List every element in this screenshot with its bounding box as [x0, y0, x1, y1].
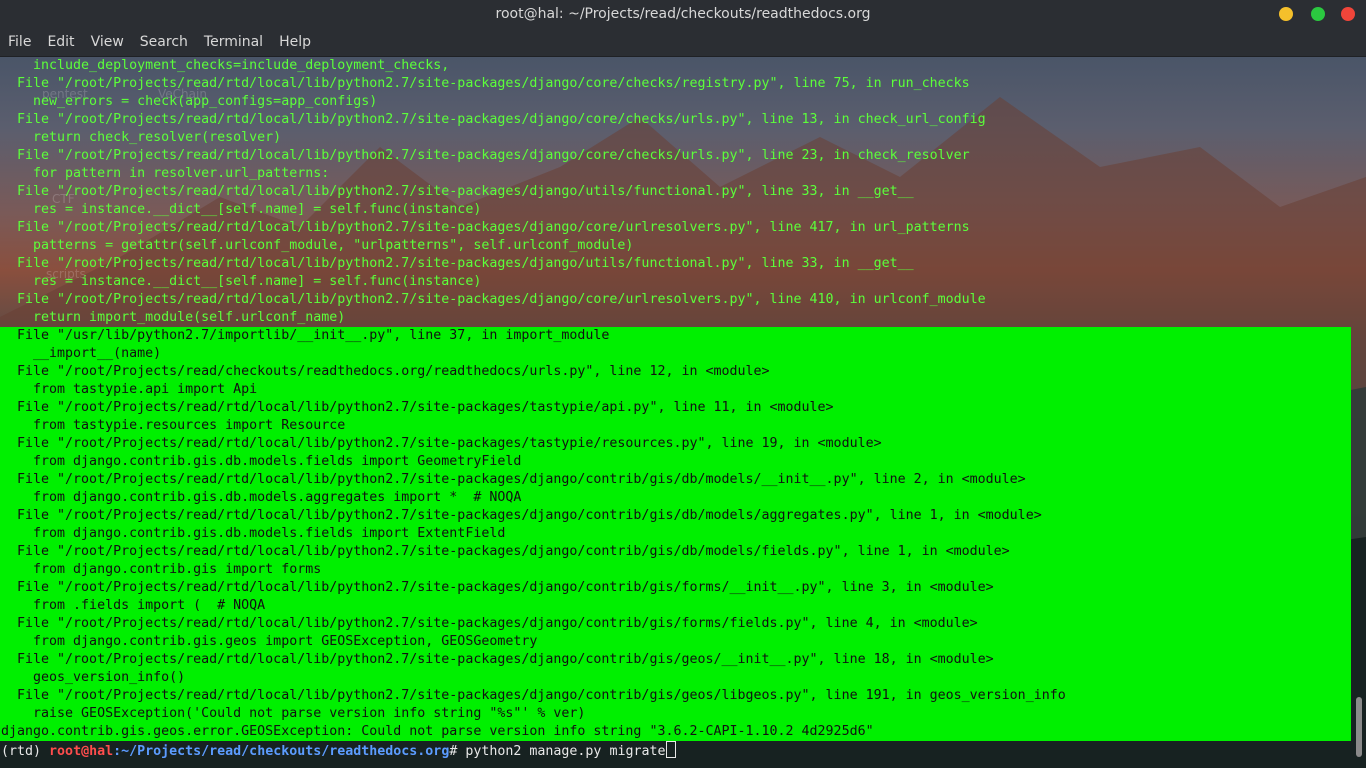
highlighted-output-line: from django.contrib.gis.db.models.fields… [0, 453, 1351, 471]
highlighted-output-line: File "/root/Projects/read/rtd/local/lib/… [0, 507, 1351, 525]
title-bar[interactable]: root@hal: ~/Projects/read/checkouts/read… [0, 0, 1366, 28]
output-line: new_errors = check(app_configs=app_confi… [1, 94, 378, 109]
output-line: File "/root/Projects/read/rtd/local/lib/… [1, 184, 914, 199]
highlighted-output-line: File "/root/Projects/read/rtd/local/lib/… [0, 399, 1351, 417]
minimize-button[interactable] [1279, 7, 1293, 21]
highlighted-output-line: File "/root/Projects/read/rtd/local/lib/… [0, 471, 1351, 489]
highlighted-output-line: from django.contrib.gis import forms [0, 561, 1351, 579]
window-title: root@hal: ~/Projects/read/checkouts/read… [495, 6, 871, 22]
prompt-command: python2 manage.py migrate [465, 744, 666, 759]
highlighted-output-line: from django.contrib.gis.geos import GEOS… [0, 633, 1351, 651]
menu-terminal[interactable]: Terminal [196, 28, 271, 56]
prompt-line[interactable]: (rtd) root@hal:~/Projects/read/checkouts… [0, 741, 1366, 759]
output-line: File "/root/Projects/read/rtd/local/lib/… [1, 148, 970, 163]
prompt-venv: (rtd) [1, 744, 50, 759]
highlighted-output-line: File "/root/Projects/read/rtd/local/lib/… [0, 435, 1351, 453]
output-line: res = instance.__dict__[self.name] = sel… [1, 274, 482, 289]
highlighted-output-line: from django.contrib.gis.db.models.fields… [0, 525, 1351, 543]
prompt-user-host: root@hal [49, 744, 114, 759]
menu-search[interactable]: Search [132, 28, 196, 56]
menu-file[interactable]: File [0, 28, 39, 56]
menu-view[interactable]: View [83, 28, 132, 56]
highlighted-output-line: __import__(name) [0, 345, 1351, 363]
prompt-path: :~/Projects/read/checkouts/readthedocs.o… [113, 744, 450, 759]
output-line: File "/root/Projects/read/rtd/local/lib/… [1, 256, 914, 271]
highlighted-output-line: geos_version_info() [0, 669, 1351, 687]
highlighted-output-line: from django.contrib.gis.db.models.aggreg… [0, 489, 1351, 507]
highlighted-output-line: django.contrib.gis.geos.error.GEOSExcept… [0, 723, 1351, 741]
menu-help[interactable]: Help [271, 28, 319, 56]
prompt-symbol: # [449, 744, 466, 759]
output-line: File "/root/Projects/read/rtd/local/lib/… [1, 292, 986, 307]
highlighted-output-line: File "/root/Projects/read/checkouts/read… [0, 363, 1351, 381]
menu-bar: File Edit View Search Terminal Help [0, 28, 1366, 57]
output-line: File "/root/Projects/read/rtd/local/lib/… [1, 76, 970, 91]
menu-edit[interactable]: Edit [39, 28, 82, 56]
terminal-window: root@hal: ~/Projects/read/checkouts/read… [0, 0, 1366, 768]
terminal-scrollbar[interactable] [1356, 697, 1362, 757]
output-line: return check_resolver(resolver) [1, 130, 282, 145]
highlighted-output-line: from tastypie.api import Api [0, 381, 1351, 399]
highlighted-output-line: File "/usr/lib/python2.7/importlib/__ini… [0, 327, 1351, 345]
output-line: res = instance.__dict__[self.name] = sel… [1, 202, 482, 217]
highlighted-output-line: raise GEOSException('Could not parse ver… [0, 705, 1351, 723]
highlighted-output-line: File "/root/Projects/read/rtd/local/lib/… [0, 579, 1351, 597]
highlighted-output-line: File "/root/Projects/read/rtd/local/lib/… [0, 651, 1351, 669]
close-button[interactable] [1341, 7, 1355, 21]
terminal-output: include_deployment_checks=include_deploy… [0, 57, 1366, 759]
output-line: return import_module(self.urlconf_name) [1, 310, 346, 325]
terminal-view[interactable]: pentest VeChain CTF scripts include_depl… [0, 57, 1366, 768]
highlighted-output-line: File "/root/Projects/read/rtd/local/lib/… [0, 543, 1351, 561]
highlighted-output-line: File "/root/Projects/read/rtd/local/lib/… [0, 687, 1351, 705]
output-line: File "/root/Projects/read/rtd/local/lib/… [1, 220, 970, 235]
output-line: for pattern in resolver.url_patterns: [1, 166, 330, 181]
highlighted-output-line: from tastypie.resources import Resource [0, 417, 1351, 435]
output-line: patterns = getattr(self.urlconf_module, … [1, 238, 634, 253]
output-line: include_deployment_checks=include_deploy… [1, 58, 450, 73]
highlighted-output-line: File "/root/Projects/read/rtd/local/lib/… [0, 615, 1351, 633]
output-line: File "/root/Projects/read/rtd/local/lib/… [1, 112, 986, 127]
text-cursor [666, 741, 677, 758]
highlighted-output-line: from .fields import ( # NOQA [0, 597, 1351, 615]
maximize-button[interactable] [1311, 7, 1325, 21]
